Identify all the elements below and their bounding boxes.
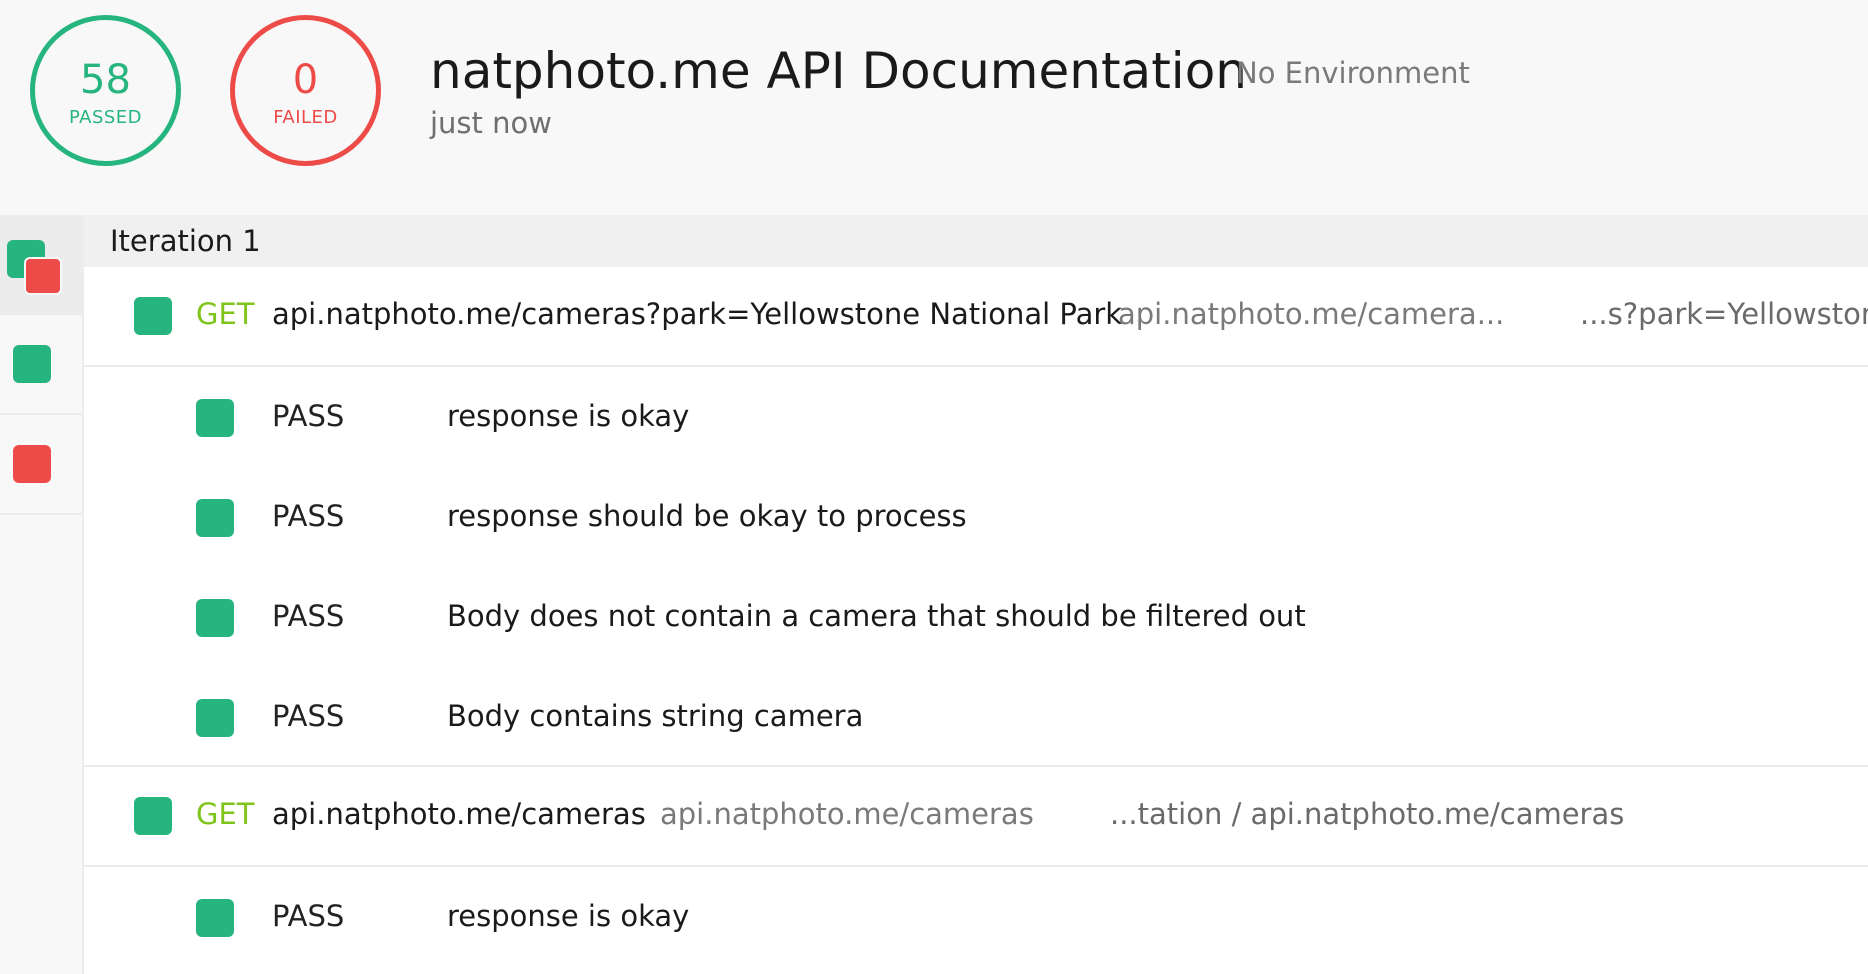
failed-label: FAILED (273, 107, 338, 128)
filter-all-button[interactable] (0, 215, 84, 315)
status-square-icon (196, 899, 234, 937)
test-name: response should be okay to process (447, 499, 967, 533)
request-path: ...s?park=Yellowstone (1580, 297, 1868, 331)
failed-count: 0 (292, 57, 319, 103)
status-square-icon (196, 599, 234, 637)
request-url: api.natphoto.me/cameras (272, 797, 646, 831)
request-method: GET (196, 797, 255, 831)
filter-passed-button[interactable] (0, 315, 84, 415)
status-square-icon (196, 499, 234, 537)
test-row: PASS Body does not contain a camera that… (84, 567, 1868, 667)
request-name: api.natphoto.me/cameras (660, 797, 1034, 831)
failed-count-circle: 0 FAILED (230, 15, 381, 166)
collection-title: natphoto.me API Documentation (430, 42, 1247, 100)
run-summary-header: 58 PASSED 0 FAILED natphoto.me API Docum… (0, 0, 1868, 215)
status-square-icon (196, 699, 234, 737)
passed-count-circle: 58 PASSED (30, 15, 181, 166)
passed-label: PASSED (68, 107, 143, 128)
test-status: PASS (272, 499, 345, 533)
request-name: api.natphoto.me/camera... (1118, 297, 1505, 331)
status-square-icon (134, 797, 172, 835)
iteration-header: Iteration 1 (84, 215, 1868, 267)
test-name: Body does not contain a camera that shou… (447, 599, 1306, 633)
environment-label: No Environment (1236, 56, 1470, 90)
request-method: GET (196, 297, 255, 331)
test-status: PASS (272, 599, 345, 633)
run-time: just now (430, 106, 552, 140)
mixed-status-icon-fail (24, 257, 62, 295)
test-name: response is okay (447, 399, 690, 433)
request-row[interactable]: GET api.natphoto.me/cameras api.natphoto… (84, 767, 1868, 867)
test-row: PASS response should be okay to process (84, 467, 1868, 567)
test-status: PASS (272, 399, 345, 433)
test-name: Body contains string camera (447, 699, 864, 733)
request-row[interactable]: GET api.natphoto.me/cameras?park=Yellows… (84, 267, 1868, 367)
test-status: PASS (272, 699, 345, 733)
passed-square-icon (13, 345, 51, 383)
iteration-label: Iteration 1 (110, 224, 261, 258)
test-row: PASS response is okay (84, 367, 1868, 467)
test-row: PASS Body contains string camera (84, 667, 1868, 767)
test-name: response is okay (447, 899, 690, 933)
request-url: api.natphoto.me/cameras?park=Yellowstone… (272, 297, 1123, 331)
filter-sidebar (0, 215, 84, 974)
failed-square-icon (13, 445, 51, 483)
status-square-icon (196, 399, 234, 437)
filter-failed-button[interactable] (0, 415, 84, 515)
test-row: PASS response is okay (84, 867, 1868, 967)
test-status: PASS (272, 899, 345, 933)
request-path: ...tation / api.natphoto.me/cameras (1110, 797, 1625, 831)
status-square-icon (134, 297, 172, 335)
passed-count: 58 (80, 57, 131, 103)
